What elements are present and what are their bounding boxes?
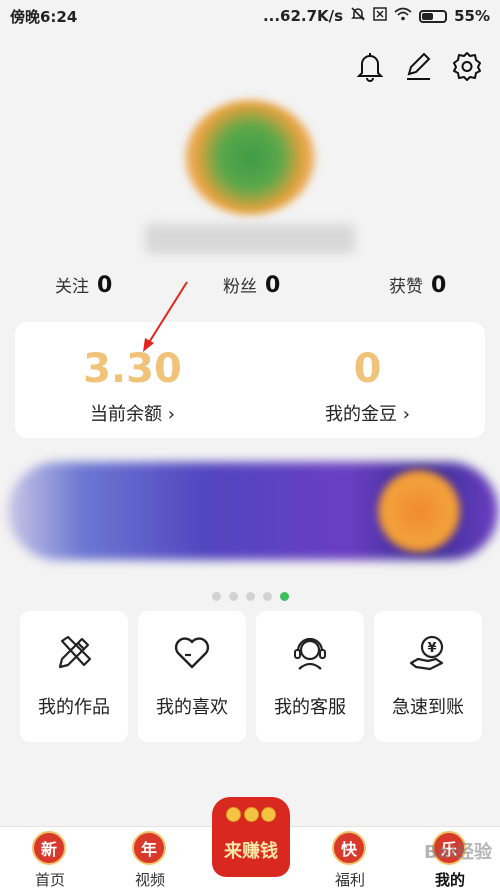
balance-value: 3.30 bbox=[83, 346, 182, 392]
no-sim-icon bbox=[373, 7, 387, 25]
tab-video-badge: 年 bbox=[132, 831, 166, 865]
stat-following[interactable]: 关注 0 bbox=[55, 272, 112, 298]
carousel-dot[interactable] bbox=[262, 592, 272, 601]
tab-welfare-label: 福利 bbox=[334, 871, 365, 889]
mute-icon bbox=[350, 6, 366, 26]
beans-value: 0 bbox=[353, 346, 382, 392]
carousel-dot[interactable] bbox=[228, 592, 238, 601]
tab-video[interactable]: 年 视频 bbox=[115, 827, 185, 890]
battery-icon bbox=[419, 9, 448, 23]
svg-text:¥: ¥ bbox=[427, 641, 436, 656]
carousel-dot[interactable] bbox=[245, 592, 255, 601]
watermark: Bai经验 bbox=[423, 842, 492, 863]
username-blurred bbox=[145, 224, 355, 254]
coins-icon bbox=[226, 807, 276, 825]
status-bar: 傍晚6:24 ...62.7K/s 55% bbox=[0, 0, 500, 32]
wifi-icon bbox=[394, 7, 412, 25]
edit-icon[interactable] bbox=[404, 50, 432, 82]
stats-row: 关注 0 粉丝 0 获赞 0 bbox=[0, 272, 500, 302]
balance-label: 当前余额 › bbox=[90, 404, 175, 425]
gear-icon[interactable] bbox=[452, 50, 482, 82]
tab-video-label: 视频 bbox=[134, 871, 165, 889]
stat-likes[interactable]: 获赞 0 bbox=[389, 272, 446, 298]
top-actions bbox=[356, 50, 482, 82]
tab-home-label: 首页 bbox=[34, 871, 65, 889]
tile-my-works[interactable]: 我的作品 bbox=[20, 611, 128, 742]
tile-my-likes[interactable]: 我的喜欢 bbox=[138, 611, 246, 742]
banner-coin-graphic bbox=[378, 470, 460, 552]
headset-icon bbox=[294, 637, 326, 670]
pencil-ruler-icon bbox=[58, 635, 92, 669]
avatar[interactable] bbox=[185, 100, 315, 215]
tile-instant-payout[interactable]: ¥ 急速到账 bbox=[374, 611, 482, 742]
network-speed: ...62.7K/s bbox=[262, 7, 344, 25]
tab-home-badge: 新 bbox=[32, 831, 66, 865]
tab-mine-label: 我的 bbox=[434, 871, 465, 889]
carousel-dot-active[interactable] bbox=[279, 592, 289, 601]
heart-icon bbox=[174, 637, 210, 669]
balance-section[interactable]: 3.30 当前余额 › bbox=[15, 322, 250, 438]
carousel-dot[interactable] bbox=[211, 592, 221, 601]
status-time: 傍晚6:24 bbox=[10, 7, 78, 26]
feature-grid: 我的作品 我的喜欢 我的客服 ¥ 急速到账 bbox=[20, 611, 482, 742]
carousel-indicator bbox=[0, 592, 500, 601]
bell-icon[interactable] bbox=[356, 50, 384, 82]
tile-customer-service[interactable]: 我的客服 bbox=[256, 611, 364, 742]
wallet-card: 3.30 当前余额 › 0 我的金豆 › bbox=[15, 322, 485, 438]
tab-welfare-badge: 快 bbox=[332, 831, 366, 865]
gold-beans-section[interactable]: 0 我的金豆 › bbox=[250, 322, 485, 438]
earn-money-label: 来赚钱 bbox=[224, 841, 278, 862]
tab-home[interactable]: 新 首页 bbox=[15, 827, 85, 890]
battery-percent: 55% bbox=[454, 7, 490, 25]
beans-label: 我的金豆 › bbox=[325, 404, 410, 425]
earn-money-button[interactable]: 来赚钱 bbox=[212, 797, 290, 877]
yen-hand-icon: ¥ bbox=[409, 635, 444, 671]
stat-fans[interactable]: 粉丝 0 bbox=[223, 272, 280, 298]
tab-welfare[interactable]: 快 福利 bbox=[315, 827, 385, 890]
